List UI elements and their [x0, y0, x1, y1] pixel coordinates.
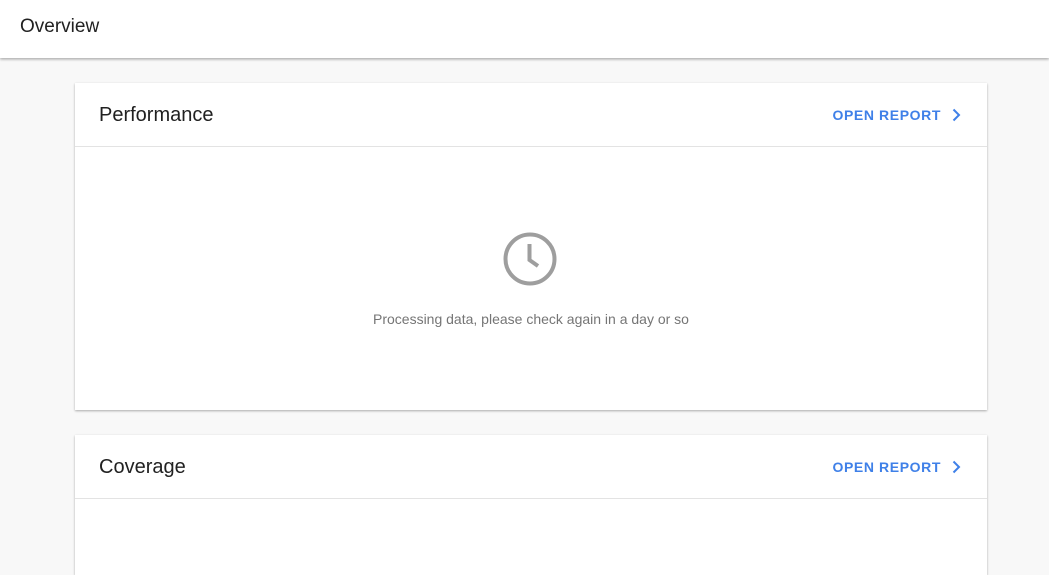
chevron-right-icon: [952, 108, 961, 122]
coverage-card-header: Coverage OPEN REPORT: [75, 435, 987, 499]
app-header: Overview: [0, 0, 1049, 58]
coverage-card: Coverage OPEN REPORT: [75, 435, 987, 575]
coverage-card-title: Coverage: [99, 456, 186, 478]
performance-card-title: Performance: [99, 104, 214, 126]
performance-card: Performance OPEN REPORT Processing data,…: [75, 83, 987, 410]
performance-open-report-button[interactable]: OPEN REPORT: [832, 104, 963, 126]
open-report-label: OPEN REPORT: [832, 459, 941, 475]
coverage-open-report-button[interactable]: OPEN REPORT: [832, 456, 963, 478]
performance-card-header: Performance OPEN REPORT: [75, 83, 987, 147]
chevron-right-icon: [952, 460, 961, 474]
page-title: Overview: [20, 16, 100, 37]
open-report-label: OPEN REPORT: [832, 107, 941, 123]
clock-icon: [503, 232, 557, 286]
processing-status-message: Processing data, please check again in a…: [373, 311, 689, 327]
